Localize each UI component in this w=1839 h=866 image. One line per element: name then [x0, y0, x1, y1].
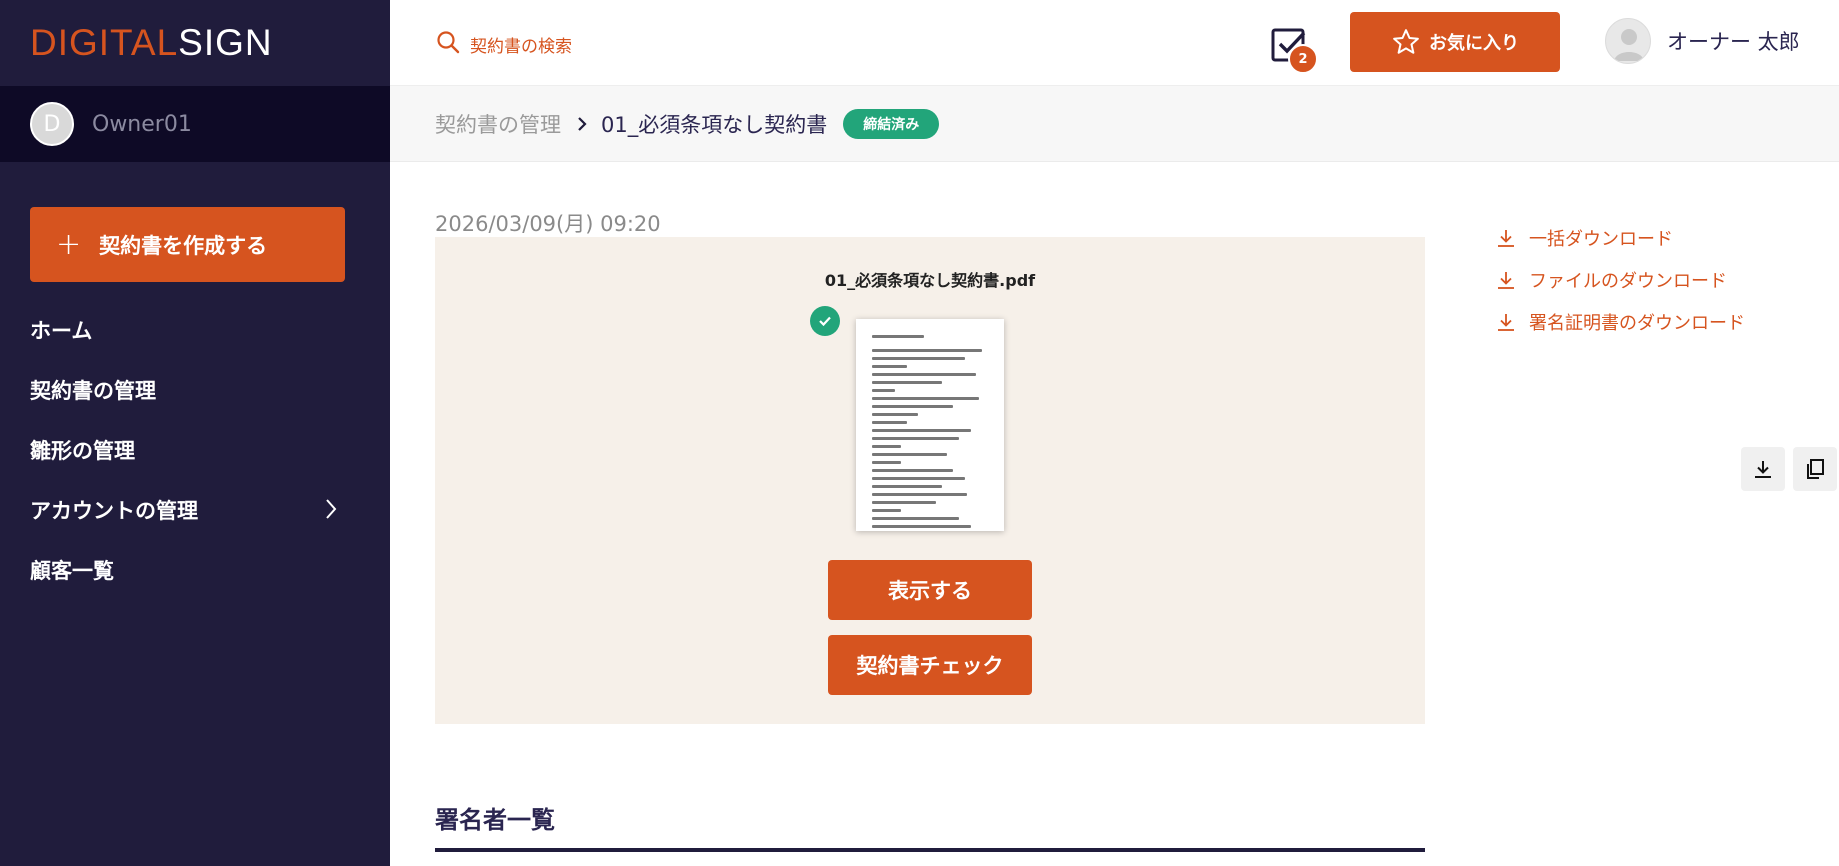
search-icon — [436, 30, 460, 58]
sidebar-item-accounts[interactable]: アカウントの管理 — [0, 480, 390, 540]
contract-check-button[interactable]: 契約書チェック — [828, 635, 1032, 695]
bulk-download-label: 一括ダウンロード — [1529, 229, 1673, 250]
contract-date: 2026/03/09(月) 09:20 — [435, 212, 661, 236]
logo-accent-text: DIGITAL — [30, 22, 179, 63]
view-document-button[interactable]: 表示する — [828, 560, 1032, 620]
document-thumbnail[interactable] — [856, 319, 1004, 531]
sidebar-item-label: アカウントの管理 — [30, 499, 198, 523]
search-input[interactable]: 契約書の検索 — [436, 30, 572, 58]
signers-section-title: 署名者一覧 — [435, 806, 555, 834]
sidebar-item-label: 雛形の管理 — [30, 439, 135, 463]
file-name: 01_必須条項なし契約書.pdf — [824, 271, 1036, 290]
favorites-label: お気に入り — [1429, 33, 1519, 54]
certificate-download-label: 署名証明書のダウンロード — [1529, 313, 1745, 334]
download-icon — [1498, 230, 1514, 247]
sidebar-item-label: 顧客一覧 — [30, 559, 114, 583]
breadcrumb-parent-link[interactable]: 契約書の管理 — [435, 109, 561, 139]
download-links: 一括ダウンロード ファイルのダウンロード 署名証明書のダウンロード — [1495, 208, 1745, 352]
top-header: 契約書の検索 2 お気に入り オーナー 太郎 — [390, 0, 1839, 86]
sidebar: DIGITALSIGN D Owner01 + 契約書を作成する ホーム 契約書… — [0, 0, 390, 866]
app-logo[interactable]: DIGITALSIGN — [30, 22, 273, 64]
copy-icon — [1807, 459, 1824, 479]
sidebar-item-templates[interactable]: 雛形の管理 — [0, 420, 390, 480]
user-avatar — [1605, 18, 1651, 64]
file-download-label: ファイルのダウンロード — [1529, 271, 1727, 292]
create-contract-button[interactable]: + 契約書を作成する — [30, 207, 345, 282]
sidebar-item-label: 契約書の管理 — [30, 379, 156, 403]
document-preview-panel: 01_必須条項なし契約書.pdf 表示する 契約書チェック — [435, 237, 1425, 724]
sidebar-item-customers[interactable]: 顧客一覧 — [0, 540, 390, 600]
account-avatar: D — [30, 102, 74, 146]
user-menu[interactable]: オーナー 太郎 — [1605, 18, 1800, 64]
tasks-count-badge: 2 — [1288, 44, 1318, 74]
certificate-download-link[interactable]: 署名証明書のダウンロード — [1495, 292, 1745, 352]
chevron-right-icon — [324, 497, 338, 526]
copy-tool-button[interactable] — [1793, 447, 1837, 491]
download-tool-button[interactable] — [1741, 447, 1785, 491]
check-circle-icon — [810, 306, 840, 336]
divider — [435, 848, 1425, 852]
download-icon — [1498, 314, 1514, 331]
account-name: Owner01 — [92, 111, 192, 137]
sidebar-item-home[interactable]: ホーム — [0, 300, 390, 360]
user-name: オーナー 太郎 — [1667, 30, 1800, 54]
logo-bar: DIGITALSIGN — [0, 0, 390, 86]
breadcrumb-current: 01_必須条項なし契約書 — [601, 112, 828, 137]
star-icon — [1393, 29, 1419, 54]
breadcrumb: 契約書の管理 01_必須条項なし契約書 締結済み — [390, 86, 1839, 162]
logo-light-text: SIGN — [178, 22, 273, 63]
tray-download-icon — [1755, 461, 1771, 478]
sidebar-nav: ホーム 契約書の管理 雛形の管理 アカウントの管理 顧客一覧 — [0, 300, 390, 600]
download-icon — [1498, 272, 1514, 289]
create-contract-label: 契約書を作成する — [99, 233, 268, 258]
plus-icon: + — [56, 226, 82, 262]
chevron-right-icon — [577, 115, 587, 133]
favorites-button[interactable]: お気に入り — [1350, 12, 1560, 72]
search-placeholder: 契約書の検索 — [470, 36, 572, 57]
sidebar-item-contracts[interactable]: 契約書の管理 — [0, 360, 390, 420]
account-switcher[interactable]: D Owner01 — [0, 86, 390, 162]
sidebar-item-label: ホーム — [30, 319, 93, 343]
status-badge: 締結済み — [843, 108, 940, 139]
